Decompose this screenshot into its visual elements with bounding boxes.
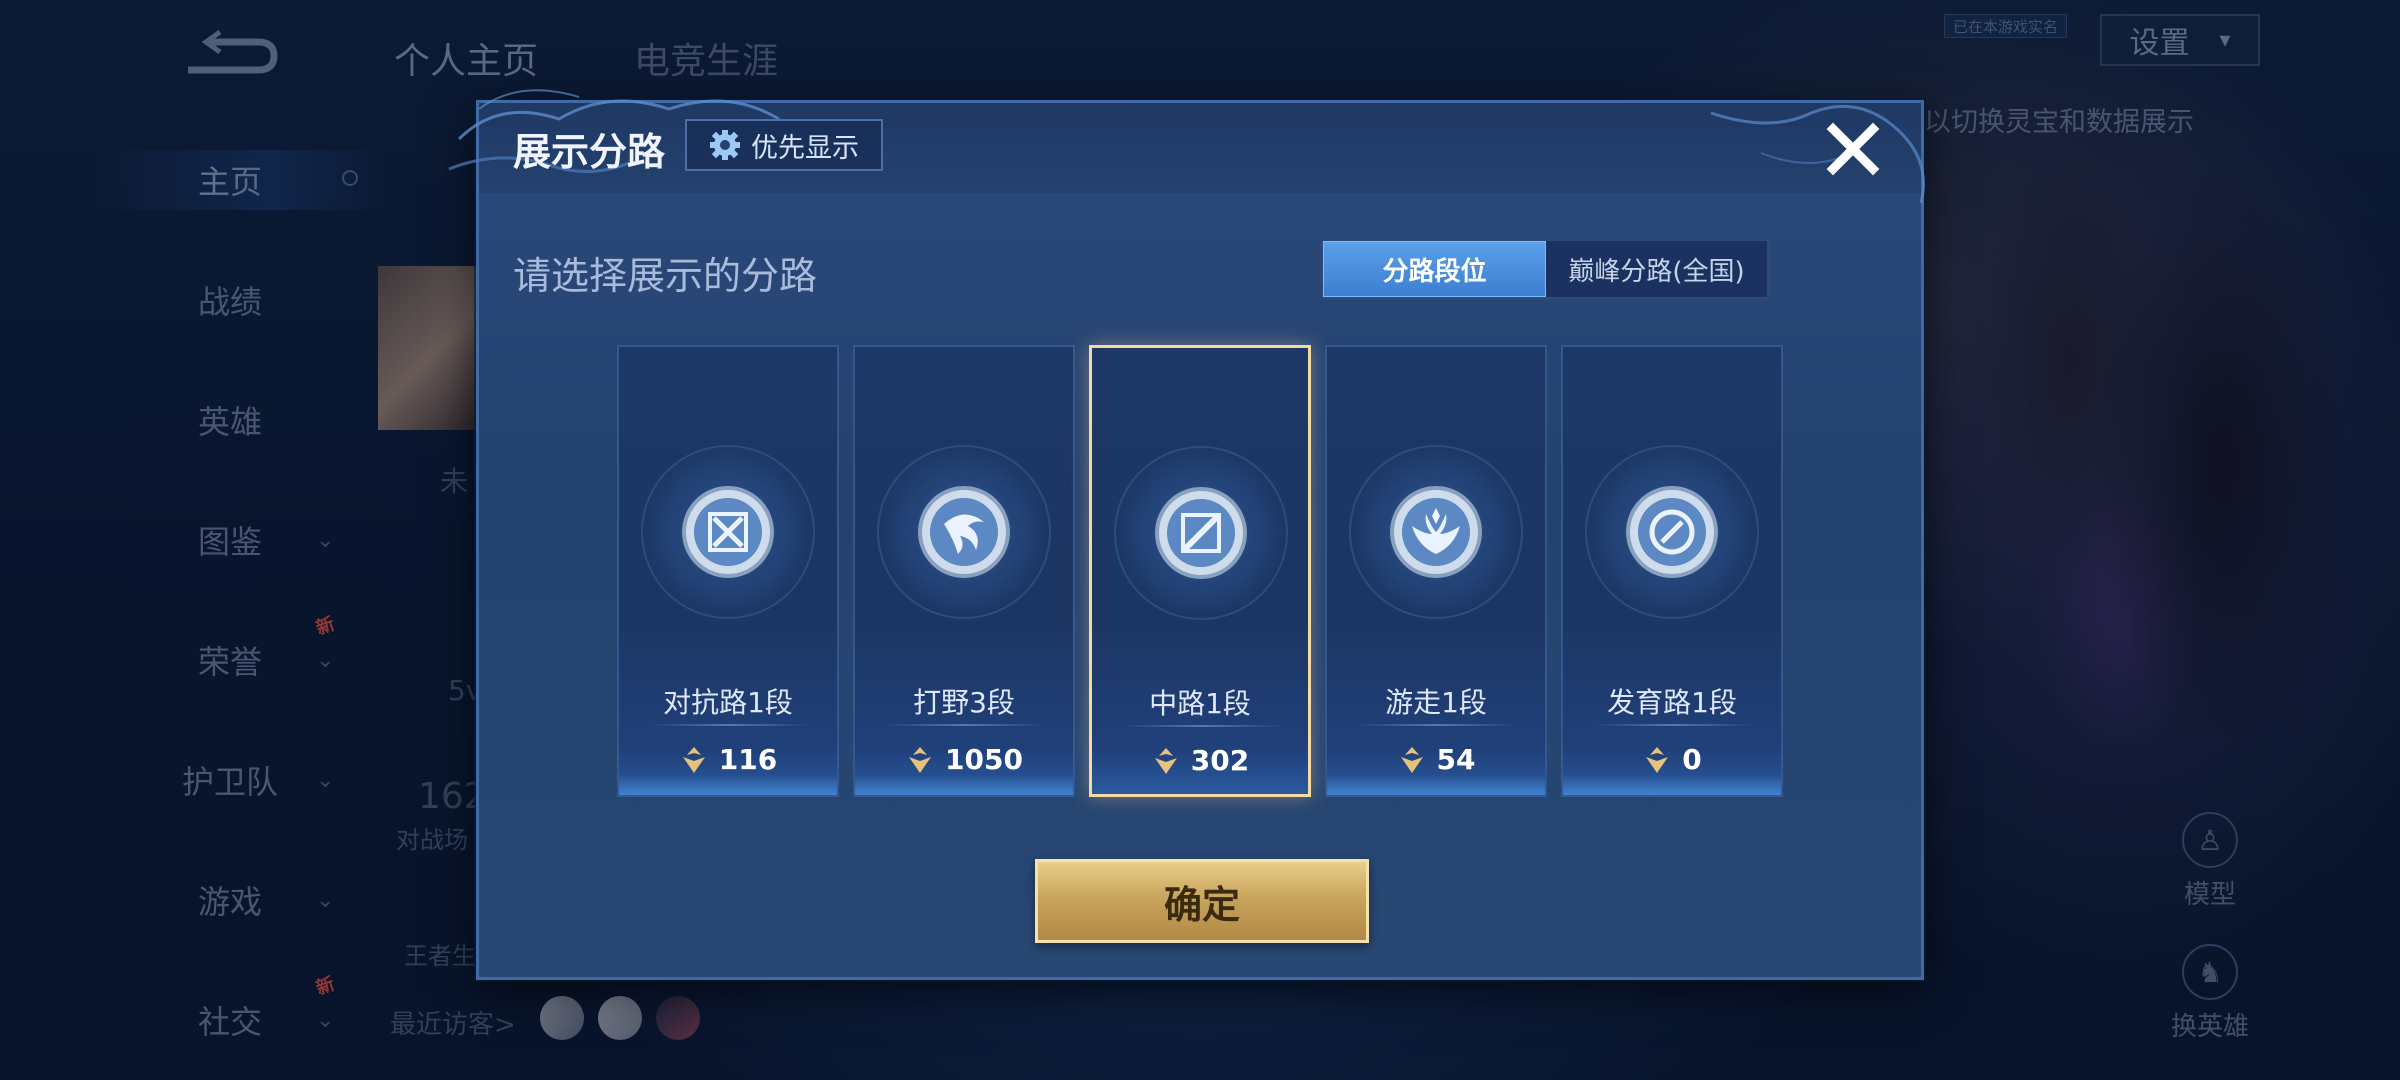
lane-card-top[interactable]: 对抗路1段 116 xyxy=(617,345,839,797)
lane-type-toggle: 分路段位 巅峰分路(全国) xyxy=(1321,239,1769,299)
lane-name: 打野3段 xyxy=(913,686,1015,719)
priority-display-button[interactable]: 优先显示 xyxy=(685,119,883,171)
lane-name: 游走1段 xyxy=(1385,686,1487,719)
lane-card-farm[interactable]: 发育路1段 0 xyxy=(1561,345,1783,797)
lane-points-value: 54 xyxy=(1436,743,1476,776)
lane-card-jungle[interactable]: 打野3段 1050 xyxy=(853,345,1075,797)
select-lane-prompt: 请选择展示的分路 xyxy=(513,254,818,298)
points-icon xyxy=(1154,747,1177,774)
points-icon xyxy=(909,746,932,773)
lane-points-value: 0 xyxy=(1682,743,1702,776)
divider xyxy=(1357,724,1517,726)
lane-display-dialog: 展示分路 优先显示 请选择展示的分路 分路段位 巅峰分路(全国) 对抗路1段 1… xyxy=(448,89,1925,980)
sword-lane-icon xyxy=(682,486,774,578)
roam-wings-icon xyxy=(1390,486,1482,578)
lane-name: 对抗路1段 xyxy=(663,686,793,719)
card-glow xyxy=(855,775,1073,795)
card-glow xyxy=(1563,775,1781,795)
lane-cards: 对抗路1段 116 打野3段 1050 中路1段 302 游走1段 54 发育路… xyxy=(617,345,1787,797)
farm-lane-icon xyxy=(1626,486,1718,578)
priority-label: 优先显示 xyxy=(751,132,859,164)
close-icon xyxy=(1826,122,1880,176)
points-icon xyxy=(1646,746,1669,773)
lane-points: 54 xyxy=(1327,743,1545,776)
card-glow xyxy=(619,775,837,795)
lane-points-value: 116 xyxy=(718,743,778,776)
divider xyxy=(1593,724,1753,726)
lane-name: 中路1段 xyxy=(1149,687,1251,720)
lane-points: 302 xyxy=(1092,744,1308,777)
lane-name: 发育路1段 xyxy=(1607,686,1737,719)
confirm-button[interactable]: 确定 xyxy=(1035,859,1369,943)
divider xyxy=(1122,725,1282,727)
tab-peak-lane[interactable]: 巅峰分路(全国) xyxy=(1546,241,1767,297)
lane-points-value: 1050 xyxy=(945,743,1023,776)
points-icon xyxy=(682,746,705,773)
lane-points: 1050 xyxy=(855,743,1073,776)
dialog-title: 展示分路 xyxy=(513,130,666,174)
lane-points: 116 xyxy=(619,743,837,776)
mid-lane-icon xyxy=(1155,487,1247,579)
tab-lane-rank[interactable]: 分路段位 xyxy=(1323,241,1546,297)
divider xyxy=(885,724,1045,726)
lane-points: 0 xyxy=(1563,743,1781,776)
gear-icon xyxy=(710,130,740,160)
lane-points-value: 302 xyxy=(1190,744,1250,777)
jungle-claw-icon xyxy=(918,486,1010,578)
close-button[interactable] xyxy=(1821,117,1885,181)
divider xyxy=(649,724,809,726)
card-glow xyxy=(1327,775,1545,795)
lane-card-roam[interactable]: 游走1段 54 xyxy=(1325,345,1547,797)
lane-card-mid[interactable]: 中路1段 302 xyxy=(1089,345,1311,797)
points-icon xyxy=(1400,746,1423,773)
